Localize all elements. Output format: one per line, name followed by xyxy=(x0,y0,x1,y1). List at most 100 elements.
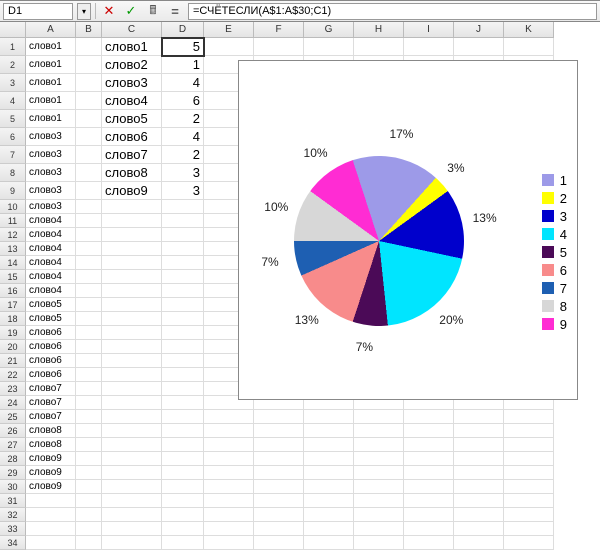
row-header[interactable]: 4 xyxy=(0,92,26,110)
cell-D18[interactable] xyxy=(162,312,204,326)
cell-D7[interactable]: 2 xyxy=(162,146,204,164)
cell-D9[interactable]: 3 xyxy=(162,182,204,200)
cell-K33[interactable] xyxy=(504,522,554,536)
cell-I34[interactable] xyxy=(404,536,454,550)
row-header[interactable]: 11 xyxy=(0,214,26,228)
cell-B3[interactable] xyxy=(76,74,102,92)
row-header[interactable]: 30 xyxy=(0,480,26,494)
cell-J34[interactable] xyxy=(454,536,504,550)
cell-A18[interactable]: слово5 xyxy=(26,312,76,326)
cell-B11[interactable] xyxy=(76,214,102,228)
cell-D33[interactable] xyxy=(162,522,204,536)
column-header-K[interactable]: K xyxy=(504,22,554,38)
cell-K26[interactable] xyxy=(504,424,554,438)
cell-C20[interactable] xyxy=(102,340,162,354)
cell-E32[interactable] xyxy=(204,508,254,522)
column-header-E[interactable]: E xyxy=(204,22,254,38)
row-header[interactable]: 25 xyxy=(0,410,26,424)
cell-C22[interactable] xyxy=(102,368,162,382)
cell-A23[interactable]: слово7 xyxy=(26,382,76,396)
cell-G30[interactable] xyxy=(304,480,354,494)
row-header[interactable]: 7 xyxy=(0,146,26,164)
cell-D29[interactable] xyxy=(162,466,204,480)
cell-J29[interactable] xyxy=(454,466,504,480)
cell-F29[interactable] xyxy=(254,466,304,480)
cell-B7[interactable] xyxy=(76,146,102,164)
cell-A11[interactable]: слово4 xyxy=(26,214,76,228)
cell-I32[interactable] xyxy=(404,508,454,522)
cell-K27[interactable] xyxy=(504,438,554,452)
row-header[interactable]: 21 xyxy=(0,354,26,368)
cell-B8[interactable] xyxy=(76,164,102,182)
row-header[interactable]: 2 xyxy=(0,56,26,74)
cell-B25[interactable] xyxy=(76,410,102,424)
row-header[interactable]: 22 xyxy=(0,368,26,382)
cell-C30[interactable] xyxy=(102,480,162,494)
row-header[interactable]: 23 xyxy=(0,382,26,396)
cell-E25[interactable] xyxy=(204,410,254,424)
column-header-C[interactable]: C xyxy=(102,22,162,38)
cell-B16[interactable] xyxy=(76,284,102,298)
cell-D13[interactable] xyxy=(162,242,204,256)
cell-B29[interactable] xyxy=(76,466,102,480)
cell-A21[interactable]: слово6 xyxy=(26,354,76,368)
cell-E26[interactable] xyxy=(204,424,254,438)
cell-C21[interactable] xyxy=(102,354,162,368)
cell-A32[interactable] xyxy=(26,508,76,522)
column-header-D[interactable]: D xyxy=(162,22,204,38)
cell-C34[interactable] xyxy=(102,536,162,550)
cell-B5[interactable] xyxy=(76,110,102,128)
row-header[interactable]: 19 xyxy=(0,326,26,340)
cell-A4[interactable]: слово1 xyxy=(26,92,76,110)
cell-B27[interactable] xyxy=(76,438,102,452)
cell-C32[interactable] xyxy=(102,508,162,522)
cell-I28[interactable] xyxy=(404,452,454,466)
cell-C4[interactable]: слово4 xyxy=(102,92,162,110)
function-icon[interactable]: = xyxy=(166,3,184,20)
cell-K30[interactable] xyxy=(504,480,554,494)
cell-A7[interactable]: слово3 xyxy=(26,146,76,164)
cell-F34[interactable] xyxy=(254,536,304,550)
cell-C27[interactable] xyxy=(102,438,162,452)
row-header[interactable]: 18 xyxy=(0,312,26,326)
cell-A26[interactable]: слово8 xyxy=(26,424,76,438)
cell-E29[interactable] xyxy=(204,466,254,480)
cell-C5[interactable]: слово5 xyxy=(102,110,162,128)
cell-G1[interactable] xyxy=(304,38,354,56)
cell-B18[interactable] xyxy=(76,312,102,326)
cell-G28[interactable] xyxy=(304,452,354,466)
cell-F32[interactable] xyxy=(254,508,304,522)
cell-C31[interactable] xyxy=(102,494,162,508)
cell-G25[interactable] xyxy=(304,410,354,424)
cell-C1[interactable]: слово1 xyxy=(102,38,162,56)
row-header[interactable]: 29 xyxy=(0,466,26,480)
cell-A5[interactable]: слово1 xyxy=(26,110,76,128)
row-header[interactable]: 1 xyxy=(0,38,26,56)
cell-H33[interactable] xyxy=(354,522,404,536)
cell-B19[interactable] xyxy=(76,326,102,340)
cell-D1[interactable]: 5 xyxy=(162,38,204,56)
cell-H26[interactable] xyxy=(354,424,404,438)
cell-A8[interactable]: слово3 xyxy=(26,164,76,182)
sum-icon[interactable]: 🖩 xyxy=(144,3,162,20)
cell-C23[interactable] xyxy=(102,382,162,396)
cell-D27[interactable] xyxy=(162,438,204,452)
cell-D30[interactable] xyxy=(162,480,204,494)
select-all-corner[interactable] xyxy=(0,22,26,38)
cell-D17[interactable] xyxy=(162,298,204,312)
cell-H29[interactable] xyxy=(354,466,404,480)
cell-B30[interactable] xyxy=(76,480,102,494)
cell-D6[interactable]: 4 xyxy=(162,128,204,146)
cell-A33[interactable] xyxy=(26,522,76,536)
cell-A2[interactable]: слово1 xyxy=(26,56,76,74)
cell-B17[interactable] xyxy=(76,298,102,312)
row-header[interactable]: 14 xyxy=(0,256,26,270)
row-header[interactable]: 8 xyxy=(0,164,26,182)
cell-H28[interactable] xyxy=(354,452,404,466)
cell-A29[interactable]: слово9 xyxy=(26,466,76,480)
cell-J30[interactable] xyxy=(454,480,504,494)
cell-J27[interactable] xyxy=(454,438,504,452)
cell-G32[interactable] xyxy=(304,508,354,522)
cell-B12[interactable] xyxy=(76,228,102,242)
cell-J28[interactable] xyxy=(454,452,504,466)
